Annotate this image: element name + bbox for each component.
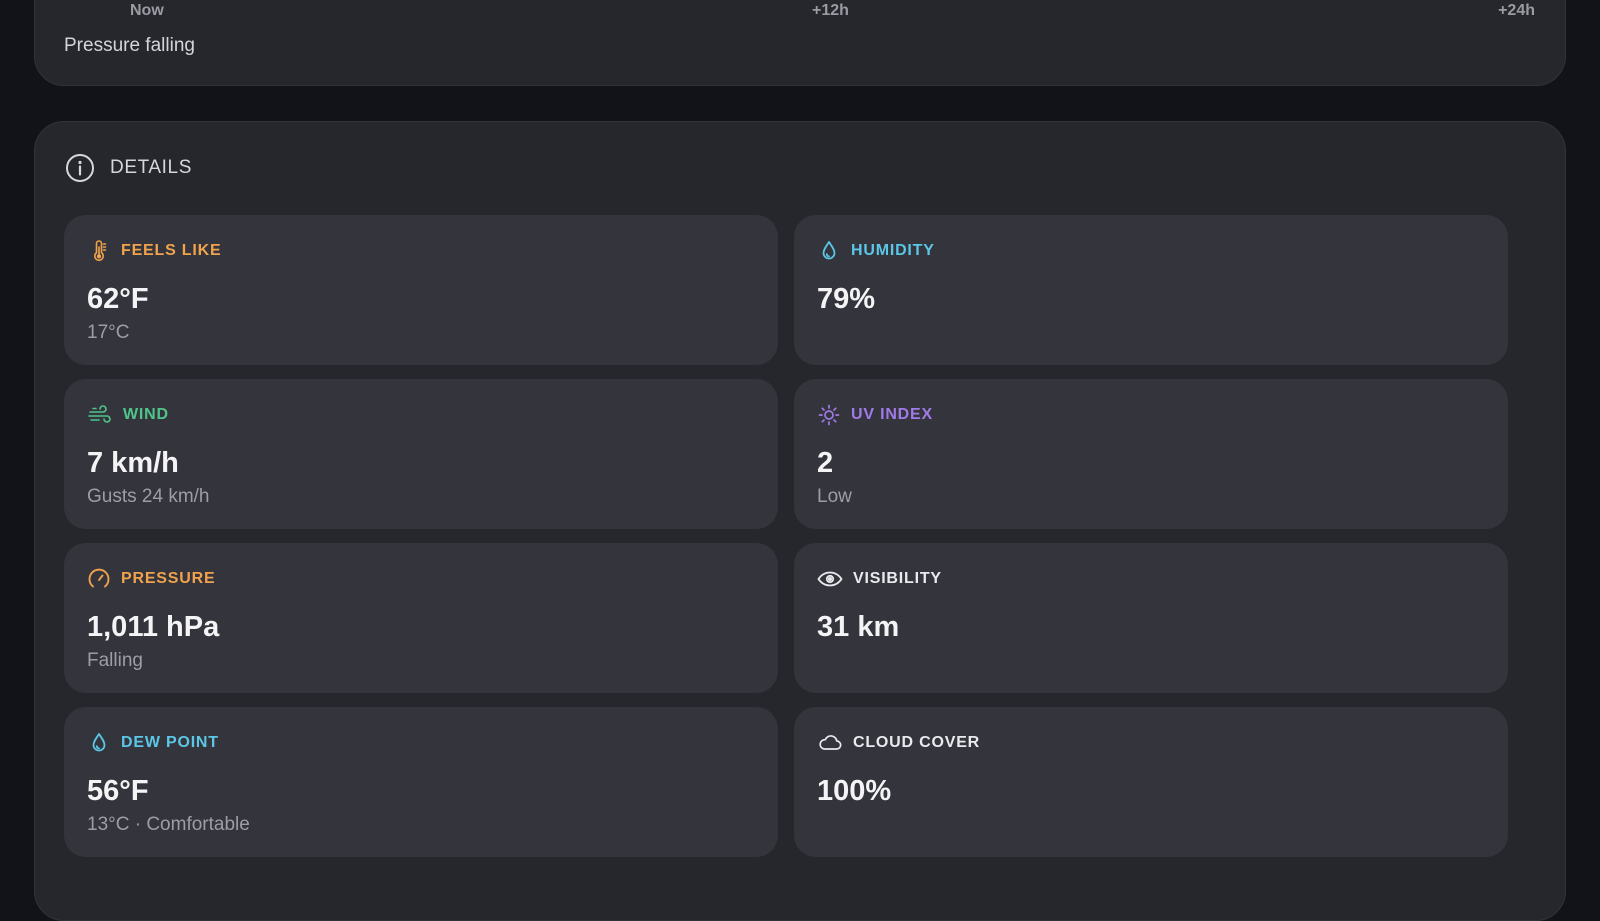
detail-card-header: PRESSURE — [87, 567, 754, 591]
detail-card-subtext: Gusts 24 km/h — [87, 486, 210, 507]
detail-card-header: WIND — [87, 403, 754, 427]
eye-icon — [817, 567, 843, 591]
detail-card-label: CLOUD COVER — [853, 734, 981, 751]
detail-card-label: WIND — [123, 406, 169, 423]
detail-card-label: UV INDEX — [851, 406, 933, 423]
detail-card-header: FEELS LIKE — [87, 239, 754, 263]
detail-card-value: 62°F — [87, 283, 149, 315]
chart-tick-label: +24h — [1498, 2, 1535, 19]
sun-icon — [817, 403, 841, 427]
detail-card-feels-like: FEELS LIKE 62°F 17°C — [64, 215, 778, 365]
detail-card-label: HUMIDITY — [851, 242, 935, 259]
cloud-icon — [817, 731, 843, 755]
detail-card-cloud-cover: CLOUD COVER 100% — [794, 707, 1508, 857]
detail-card-value: 7 km/h — [87, 447, 179, 479]
pressure-forecast-card: Now +12h +24h Pressure falling — [34, 0, 1566, 86]
detail-card-subtext: Falling — [87, 650, 143, 671]
wind-icon — [87, 403, 113, 427]
detail-card-label: VISIBILITY — [853, 570, 942, 587]
detail-card-visibility: VISIBILITY 31 km — [794, 543, 1508, 693]
detail-card-header: CLOUD COVER — [817, 731, 1484, 755]
detail-card-value: 31 km — [817, 611, 900, 643]
chart-tick-label: Now — [130, 2, 164, 19]
thermometer-icon — [87, 239, 111, 263]
detail-card-humidity: HUMIDITY 79% — [794, 215, 1508, 365]
details-grid: FEELS LIKE 62°F 17°C HUMIDITY 79% WIND 7 km/… — [64, 215, 1508, 857]
detail-card-value: 79% — [817, 283, 876, 315]
droplet-icon — [87, 731, 111, 755]
detail-card-dew-point: DEW POINT 56°F 13°C · Comfortable — [64, 707, 778, 857]
detail-card-header: HUMIDITY — [817, 239, 1484, 263]
details-section: DETAILS FEELS LIKE 62°F 17°C HUMIDITY 79% W… — [34, 121, 1566, 921]
details-header: DETAILS — [65, 153, 192, 183]
detail-card-pressure: PRESSURE 1,011 hPa Falling — [64, 543, 778, 693]
detail-card-header: UV INDEX — [817, 403, 1484, 427]
detail-card-label: FEELS LIKE — [121, 242, 222, 259]
detail-card-value: 2 — [817, 447, 834, 479]
detail-card-subtext: 17°C — [87, 322, 130, 343]
detail-card-uv-index: UV INDEX 2 Low — [794, 379, 1508, 529]
detail-card-label: DEW POINT — [121, 734, 219, 751]
chart-tick-label: +12h — [812, 2, 849, 19]
droplet-icon — [817, 239, 841, 263]
detail-card-value: 1,011 hPa — [87, 611, 220, 643]
detail-card-value: 56°F — [87, 775, 149, 807]
detail-card-subtext: Low — [817, 486, 852, 507]
detail-card-subtext: 13°C · Comfortable — [87, 814, 250, 835]
detail-card-header: VISIBILITY — [817, 567, 1484, 591]
detail-card-value: 100% — [817, 775, 892, 807]
details-title: DETAILS — [110, 157, 192, 178]
detail-card-header: DEW POINT — [87, 731, 754, 755]
info-icon — [65, 153, 95, 183]
detail-card-label: PRESSURE — [121, 570, 216, 587]
pressure-trend-text: Pressure falling — [64, 35, 195, 56]
gauge-icon — [87, 567, 111, 591]
detail-card-wind: WIND 7 km/h Gusts 24 km/h — [64, 379, 778, 529]
